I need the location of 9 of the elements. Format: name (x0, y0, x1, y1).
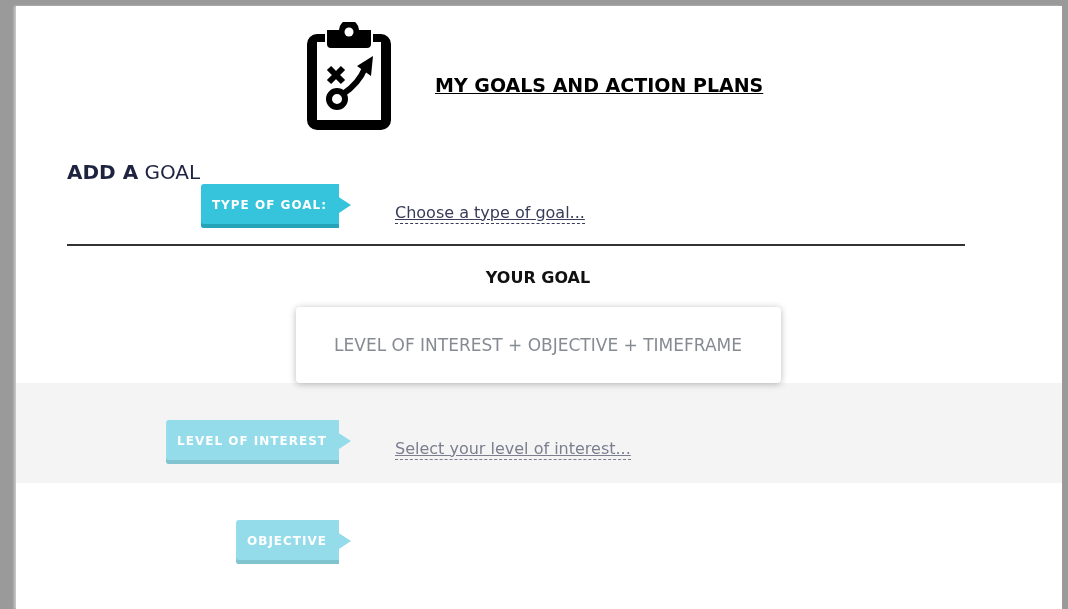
field-label: TYPE OF GOAL: (200, 184, 351, 228)
goal-type-dropdown[interactable]: Choose a type of goal... (395, 202, 585, 224)
goal-preview-box: LEVEL OF INTEREST + OBJECTIVE + TIMEFRAME (295, 307, 781, 383)
field-label: LEVEL OF INTEREST (166, 420, 351, 464)
field-label: OBJECTIVE (236, 520, 351, 564)
goal-heading: YOUR GOAL (485, 268, 591, 287)
clipboard-icon (305, 22, 393, 130)
page-title: MY GOALS AND ACTION PLANS (435, 74, 764, 96)
section-heading: ADD A GOAL (67, 160, 202, 184)
